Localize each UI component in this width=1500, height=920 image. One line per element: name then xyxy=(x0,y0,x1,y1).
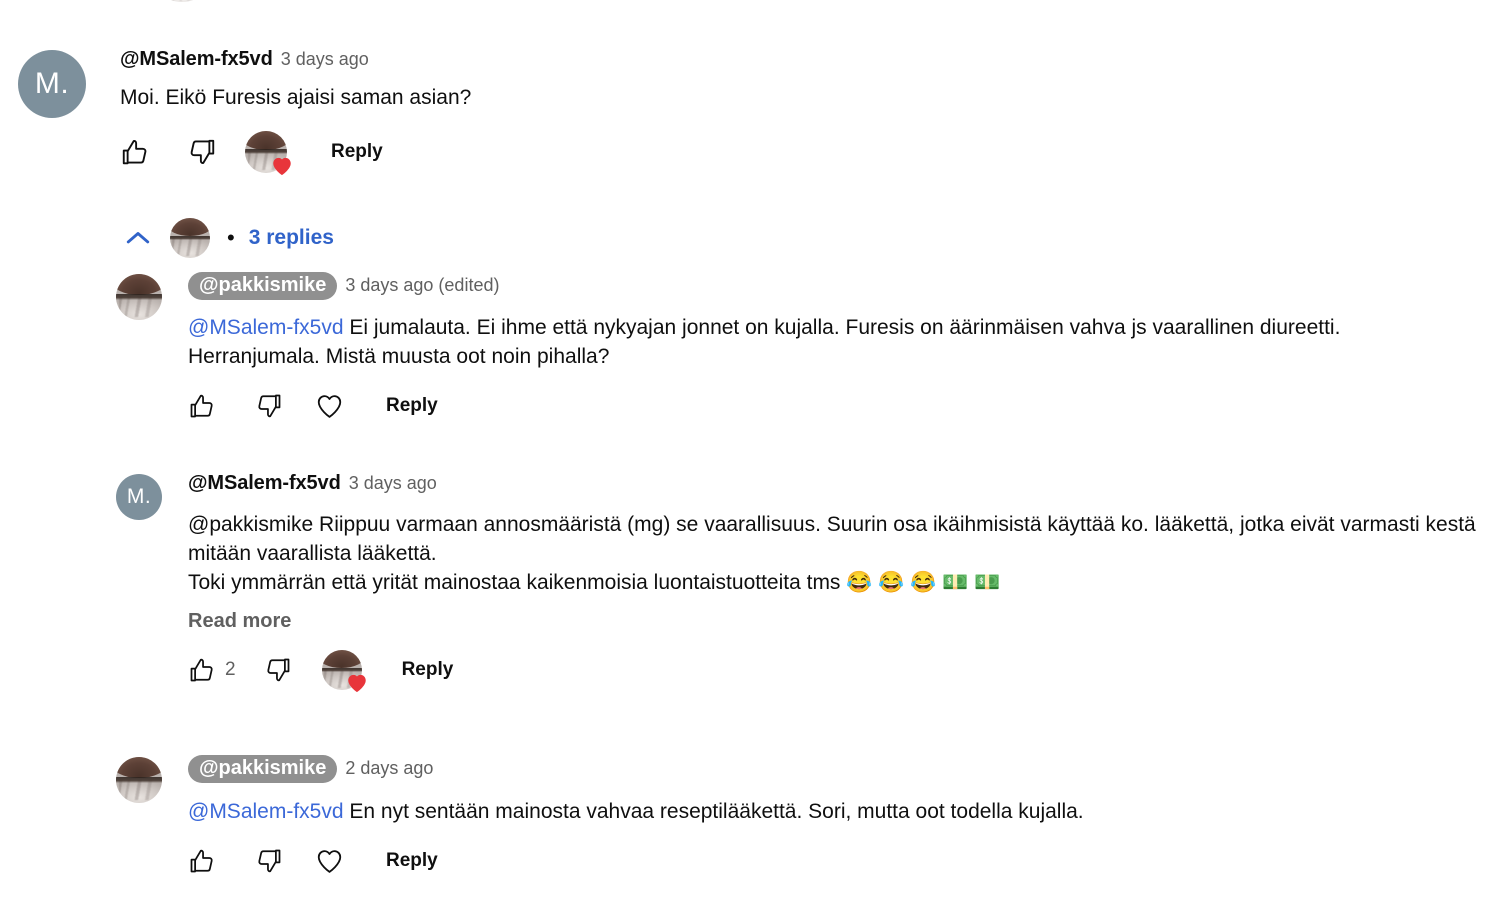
separator-bullet: • xyxy=(227,225,235,250)
thumbs-down-icon[interactable] xyxy=(187,137,217,167)
reply-header: @pakkismike 3 days ago (edited) xyxy=(188,272,1486,300)
thumbs-down-icon[interactable] xyxy=(264,656,292,684)
comment-header: @MSalem-fx5vd 3 days ago xyxy=(120,48,1478,71)
reply-header: @pakkismike 2 days ago xyxy=(188,755,1486,783)
reply-text: @MSalem-fx5vd En nyt sentään mainosta va… xyxy=(188,798,1478,827)
chevron-up-icon[interactable] xyxy=(120,220,156,256)
thumbs-down-icon[interactable] xyxy=(255,392,283,420)
creator-heart-icon[interactable] xyxy=(321,649,366,692)
reply-timestamp[interactable]: 3 days ago xyxy=(349,473,437,494)
avatar[interactable] xyxy=(116,274,162,320)
reply-text-line: Riippuu varmaan annosmääristä (mg) se va… xyxy=(313,513,1235,536)
avatar[interactable] xyxy=(116,757,162,803)
comment-timestamp[interactable]: 3 days ago xyxy=(281,49,369,70)
reply-text-line: En nyt sentään mainosta vahvaa reseptilä… xyxy=(349,800,1084,823)
reply-item: @pakkismike 3 days ago (edited) @MSalem-… xyxy=(116,272,1486,421)
thumbs-down-icon[interactable] xyxy=(255,847,283,875)
read-more-button[interactable]: Read more xyxy=(188,610,1486,633)
reply-text-line: Toki ymmärrän että yrität mainostaa kaik… xyxy=(188,570,1001,594)
reply-button[interactable]: Reply xyxy=(386,850,438,872)
reply-timestamp[interactable]: 3 days ago (edited) xyxy=(345,275,499,296)
like-count: 2 xyxy=(225,658,236,680)
reply-text: @MSalem-fx5vd Ei jumalauta. Ei ihme että… xyxy=(188,314,1478,372)
replies-toggle[interactable]: • 3 replies xyxy=(120,218,334,258)
reply-timestamp[interactable]: 2 days ago xyxy=(345,758,433,779)
thumbs-up-icon[interactable] xyxy=(188,392,216,420)
reply-text: @pakkismike Riippuu varmaan annosmäärist… xyxy=(188,511,1478,598)
reply-item: M. @MSalem-fx5vd 3 days ago @pakkismike … xyxy=(116,472,1486,692)
replies-author-avatar xyxy=(170,218,210,258)
reply-button[interactable]: Reply xyxy=(402,659,454,681)
avatar[interactable]: M. xyxy=(116,474,162,520)
comment-text: Moi. Eikö Furesis ajaisi saman asian? xyxy=(120,86,472,109)
mention-link[interactable]: @MSalem-fx5vd xyxy=(188,316,344,339)
mention-text: @pakkismike xyxy=(188,513,314,536)
thumbs-up-icon[interactable] xyxy=(188,656,216,684)
reply-action-row: Reply xyxy=(188,847,1486,876)
reply-header: @MSalem-fx5vd 3 days ago xyxy=(188,472,1486,495)
thumbs-up-icon[interactable] xyxy=(120,137,150,167)
reply-action-row: 2 Reply xyxy=(188,649,1486,692)
reply-author[interactable]: @pakkismike xyxy=(188,272,338,300)
heart-icon xyxy=(347,674,366,692)
avatar-initials: M. xyxy=(126,485,152,508)
creator-heart-icon[interactable] xyxy=(245,130,291,176)
reply-button[interactable]: Reply xyxy=(331,141,383,163)
replies-count-label[interactable]: 3 replies xyxy=(249,226,334,250)
youtube-comments-panel: M. @MSalem-fx5vd 3 days ago Moi. Eikö Fu… xyxy=(0,0,1500,920)
comment-action-row: Reply xyxy=(120,130,1478,176)
reply-author[interactable]: @MSalem-fx5vd xyxy=(188,472,341,495)
reply-item: @pakkismike 2 days ago @MSalem-fx5vd En … xyxy=(116,755,1486,876)
avatar[interactable]: M. xyxy=(18,50,86,118)
reply-text-line: Ei jumalauta. Ei ihme että nykyajan jonn… xyxy=(349,316,1255,339)
mention-link[interactable]: @MSalem-fx5vd xyxy=(188,800,344,823)
reply-action-row: Reply xyxy=(188,392,1486,421)
heart-icon xyxy=(273,157,291,176)
reply-button[interactable]: Reply xyxy=(386,395,438,417)
thumbs-up-icon[interactable] xyxy=(188,847,216,875)
comment-author[interactable]: @MSalem-fx5vd xyxy=(120,48,273,71)
clipped-comment-above xyxy=(165,0,425,2)
heart-outline-icon[interactable] xyxy=(315,392,344,421)
heart-outline-icon[interactable] xyxy=(315,847,344,876)
avatar-initials: M. xyxy=(34,67,70,100)
top-level-comment: M. @MSalem-fx5vd 3 days ago Moi. Eikö Fu… xyxy=(18,48,1478,176)
reply-author[interactable]: @pakkismike xyxy=(188,755,338,783)
